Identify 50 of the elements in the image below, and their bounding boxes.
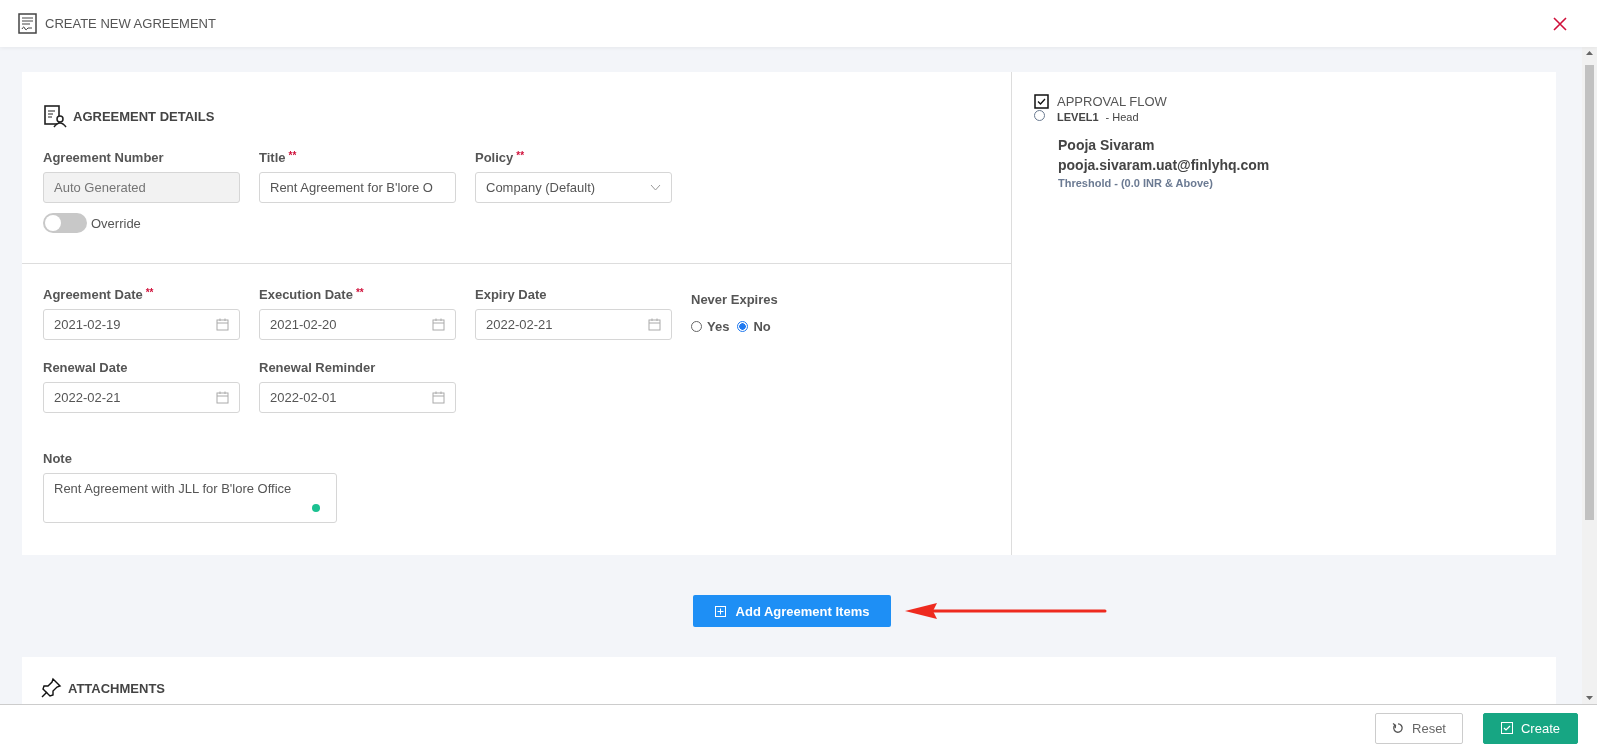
check-square-icon [1501, 722, 1513, 734]
plus-square-icon [714, 605, 726, 617]
field-label: Note [43, 451, 73, 466]
field-label: Renewal Date [43, 360, 129, 375]
field-label: Execution Date ** [259, 287, 365, 302]
calendar-icon [648, 318, 661, 331]
checkbox[interactable] [1034, 94, 1049, 109]
override-toggle[interactable] [43, 213, 87, 233]
window-title: CREATE NEW AGREEMENT [45, 16, 217, 31]
policy-dropdown[interactable]: Company (Default) [475, 172, 672, 203]
scrollbar[interactable] [1582, 47, 1597, 704]
threshold-text: Threshold - (0.0 INR & Above) [1058, 177, 1214, 189]
reset-button[interactable]: Reset [1375, 712, 1463, 744]
date-field[interactable]: 2022-02-21 [43, 382, 240, 413]
radio-option[interactable]: No [737, 319, 771, 334]
field-label: Agreement Number [43, 150, 165, 165]
document-icon [18, 13, 37, 34]
approver-name: Pooja Sivaram [1058, 137, 1156, 153]
field-label: Agreement Date ** [43, 287, 155, 302]
field-label: Title ** [259, 150, 298, 165]
approver-email: pooja.sivaram.uat@finlyhq.com [1058, 157, 1271, 173]
document-person-icon [43, 104, 67, 128]
field-label: Policy ** [475, 150, 526, 165]
title-field[interactable]: Rent Agreement for B'lore O [259, 172, 456, 203]
calendar-icon [216, 318, 229, 331]
scroll-down-icon[interactable] [1585, 694, 1594, 702]
field-label: Never Expires [691, 292, 779, 307]
section-title: APPROVAL FLOW [1057, 94, 1167, 109]
section-title: ATTACHMENTS [68, 680, 165, 696]
date-field[interactable]: 2022-02-21 [475, 309, 672, 340]
field-label: Renewal Reminder [259, 360, 377, 375]
date-field[interactable]: 2021-02-20 [259, 309, 456, 340]
calendar-icon [432, 391, 445, 404]
close-icon[interactable] [1553, 16, 1567, 31]
section-title: AGREEMENT DETAILS [73, 108, 215, 124]
note-textarea[interactable]: Rent Agreement with JLL for B'lore Office [43, 473, 337, 523]
scroll-up-icon[interactable] [1585, 49, 1594, 57]
reset-icon [1392, 722, 1404, 734]
date-field[interactable]: 2022-02-01 [259, 382, 456, 413]
pin-icon [40, 677, 62, 699]
calendar-icon [216, 391, 229, 404]
radio-button[interactable] [737, 321, 749, 332]
chevron-down-icon [650, 184, 661, 191]
field-label: Expiry Date [475, 287, 548, 302]
level-label: LEVEL1 [1057, 111, 1099, 123]
toggle-label: Override [91, 215, 141, 231]
date-field[interactable]: 2021-02-19 [43, 309, 240, 340]
level-role: - Head [1105, 111, 1139, 123]
calendar-icon [432, 318, 445, 331]
radio-option[interactable]: Yes [691, 319, 730, 334]
